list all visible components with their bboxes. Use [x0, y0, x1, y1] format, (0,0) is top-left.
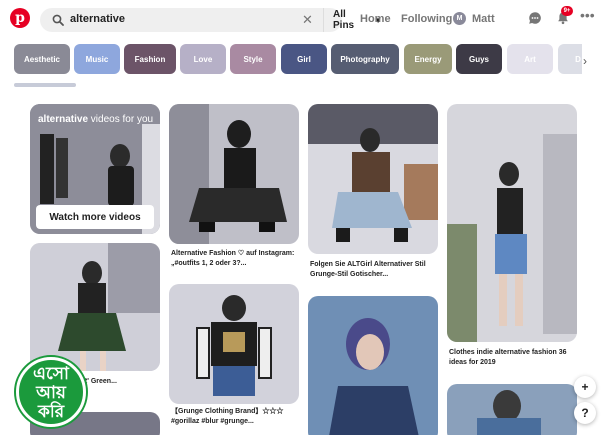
pin-caption: Alternative Fashion ♡ auf Instagram: „#o… [171, 250, 295, 267]
help-button[interactable]: ? [574, 402, 596, 424]
chips-scrollbar[interactable] [14, 83, 76, 87]
guided-search-chips: Aesthetic Music Fashion Love Style Girl … [14, 44, 582, 76]
pin-image [308, 104, 438, 254]
promo-title: alternative videos for you [38, 114, 154, 125]
pin-image [308, 296, 438, 435]
pinterest-logo-icon[interactable]: p [10, 8, 30, 28]
pin-image [447, 104, 577, 342]
search-icon [52, 14, 64, 26]
messages-icon[interactable] [528, 11, 542, 25]
pin-caption: Clothes indie alternative fashion 36 ide… [449, 349, 567, 366]
watermark-stamp: এসো আয় করি [16, 357, 86, 427]
nav-profile-link[interactable]: Matt [472, 13, 495, 25]
chip-art[interactable]: Art [507, 44, 553, 74]
watch-more-videos-button[interactable]: Watch more videos [36, 205, 154, 229]
more-options-icon[interactable]: ••• [580, 7, 600, 23]
pin-image [447, 384, 577, 435]
pin-image [169, 104, 299, 244]
video-promo-card[interactable]: alternative videos for you Watch more vi… [30, 104, 160, 234]
nav-home-link[interactable]: Home [360, 13, 391, 25]
create-pin-button[interactable]: + [574, 376, 596, 398]
avatar[interactable]: M [453, 12, 466, 25]
pin-caption: Folgen Sie ALTGirl Alternativer Stil Gru… [310, 261, 426, 278]
nav-following-link[interactable]: Following [401, 13, 452, 25]
chip-d[interactable]: D [558, 44, 582, 74]
pin-image [169, 284, 299, 404]
chip-energy[interactable]: Energy [404, 44, 452, 74]
clear-search-icon[interactable]: ✕ [302, 12, 313, 28]
search-bar[interactable]: alternative ✕ All Pins ▼ [40, 8, 382, 32]
pin-image [30, 243, 160, 371]
chevron-right-icon[interactable]: › [583, 54, 587, 68]
chip-music[interactable]: Music [74, 44, 120, 74]
chip-love[interactable]: Love [180, 44, 226, 74]
pin-caption: 【Grunge Clothing Brand】☆☆☆ #gorillaz #bl… [171, 408, 284, 425]
notification-count-badge: 9+ [561, 6, 573, 16]
chip-fashion[interactable]: Fashion [124, 44, 176, 74]
pinterest-search-page: p alternative ✕ All Pins ▼ Home Followin… [0, 0, 606, 435]
search-input[interactable]: alternative [70, 13, 125, 25]
chip-guys[interactable]: Guys [456, 44, 502, 74]
chip-aesthetic[interactable]: Aesthetic [14, 44, 70, 74]
chip-photography[interactable]: Photography [331, 44, 399, 74]
chip-style[interactable]: Style [230, 44, 276, 74]
top-header: p alternative ✕ All Pins ▼ Home Followin… [0, 0, 606, 38]
chip-girl[interactable]: Girl [281, 44, 327, 74]
